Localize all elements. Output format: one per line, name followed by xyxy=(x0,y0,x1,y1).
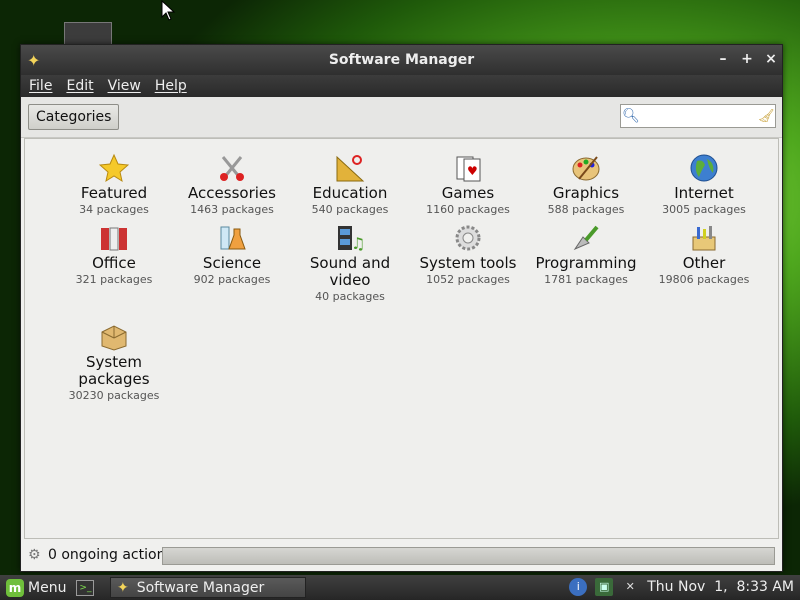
category-name: Other xyxy=(682,254,726,272)
menu-label: Menu xyxy=(28,579,67,596)
category-education[interactable]: Education 540 packages xyxy=(291,153,409,217)
menu-edit[interactable]: Edit xyxy=(66,78,93,94)
toolbar: Categories 🔍︎ 🧹︎ xyxy=(21,97,782,138)
star-icon xyxy=(99,153,129,183)
box-tools-icon xyxy=(692,226,716,251)
close-button[interactable]: × xyxy=(764,51,778,67)
category-other[interactable]: Other 19806 packages xyxy=(645,223,763,304)
software-manager-window: ✦ Software Manager – + × File Edit View … xyxy=(20,44,783,572)
task-label: Software Manager xyxy=(136,579,265,596)
cards-icon: ♥ xyxy=(456,156,481,182)
category-name: Sound and video xyxy=(309,254,391,289)
window-title: Software Manager xyxy=(328,52,475,68)
category-programming[interactable]: Programming 1781 packages xyxy=(527,223,645,304)
category-count: 3005 packages xyxy=(662,203,746,216)
binders-icon xyxy=(101,227,127,251)
category-grid: Featured 34 packages Accessories 1463 packa… xyxy=(55,153,765,403)
category-count: 34 packages xyxy=(79,203,149,216)
volume-muted-icon[interactable]: ✕ xyxy=(621,578,639,596)
category-count: 321 packages xyxy=(75,273,153,286)
category-count: 30230 packages xyxy=(68,389,160,402)
palette-icon xyxy=(572,156,600,181)
mouse-cursor-icon xyxy=(161,0,176,21)
menu-file[interactable]: File xyxy=(29,78,52,94)
film-music-icon: ♫ xyxy=(338,226,365,253)
taskbar: m Menu >_ ✦ Software Manager i ▣ ✕ Thu N… xyxy=(0,575,800,600)
scissors-icon xyxy=(220,156,244,181)
category-count: 1463 packages xyxy=(190,203,274,216)
actions-gear-icon: ⚙ xyxy=(28,547,41,563)
menu-bar: File Edit View Help xyxy=(21,75,782,97)
status-bar: ⚙ 0 ongoing actions xyxy=(24,544,779,566)
trowel-icon xyxy=(573,225,599,251)
system-tray: i ▣ ✕ Thu Nov 1, 8:33 AM xyxy=(569,578,794,596)
category-system-packages[interactable]: System packages 30230 packages xyxy=(55,322,173,403)
update-shield-icon[interactable]: i xyxy=(569,578,588,596)
window-controls: – + × xyxy=(716,51,778,67)
category-count: 540 packages xyxy=(311,203,389,216)
actions-progress-bar[interactable] xyxy=(162,547,775,565)
category-name: Internet xyxy=(674,184,734,202)
category-name: Science xyxy=(202,254,262,272)
category-graphics[interactable]: Graphics 588 packages xyxy=(527,153,645,217)
terminal-launcher-icon[interactable]: >_ xyxy=(76,579,95,596)
ruler-icon xyxy=(336,155,365,182)
flask-icon xyxy=(220,226,246,250)
categories-button[interactable]: Categories xyxy=(28,104,120,130)
category-count: 19806 packages xyxy=(658,273,750,286)
category-office[interactable]: Office 321 packages xyxy=(55,223,173,304)
category-accessories[interactable]: Accessories 1463 packages xyxy=(173,153,291,217)
gear-icon xyxy=(455,225,481,251)
clear-search-icon[interactable]: 🧹︎ xyxy=(757,109,775,124)
category-name: Graphics xyxy=(552,184,620,202)
categories-panel: Featured 34 packages Accessories 1463 packa… xyxy=(24,138,779,539)
ongoing-actions-text: 0 ongoing actions xyxy=(48,547,173,563)
category-games[interactable]: ♥ Games 1160 packages xyxy=(409,153,527,217)
category-system-tools[interactable]: System tools 1052 packages xyxy=(409,223,527,304)
category-name: Programming xyxy=(535,254,637,272)
category-science[interactable]: Science 902 packages xyxy=(173,223,291,304)
search-icon: 🔍︎ xyxy=(622,108,640,124)
svg-text:♫: ♫ xyxy=(351,234,365,253)
menu-help[interactable]: Help xyxy=(155,78,187,94)
category-name: System tools xyxy=(419,254,517,272)
category-name: Games xyxy=(441,184,495,202)
category-count: 902 packages xyxy=(193,273,271,286)
category-name: Education xyxy=(312,184,388,202)
category-count: 588 packages xyxy=(547,203,625,216)
search-input[interactable] xyxy=(641,108,757,124)
category-count: 40 packages xyxy=(315,290,385,303)
minimize-button[interactable]: – xyxy=(716,51,730,67)
category-name: Office xyxy=(92,254,136,272)
category-internet[interactable]: Internet 3005 packages xyxy=(645,153,763,217)
app-star-icon: ✦ xyxy=(117,579,129,596)
globe-icon xyxy=(690,154,718,182)
maximize-button[interactable]: + xyxy=(740,51,754,67)
category-count: 1160 packages xyxy=(426,203,510,216)
clock[interactable]: Thu Nov 1, 8:33 AM xyxy=(647,579,794,595)
category-count: 1052 packages xyxy=(426,273,510,286)
category-name: Featured xyxy=(80,184,148,202)
category-sound-and-video[interactable]: ♫ Sound and video 40 packages xyxy=(291,223,409,304)
category-name: Accessories xyxy=(188,184,276,202)
menu-view[interactable]: View xyxy=(108,78,141,94)
category-featured[interactable]: Featured 34 packages xyxy=(55,153,173,217)
title-bar[interactable]: ✦ Software Manager – + × xyxy=(21,45,782,75)
search-box: 🔍︎ 🧹︎ xyxy=(620,104,776,128)
start-menu-button[interactable]: m Menu xyxy=(6,578,67,597)
taskbar-item-software-manager[interactable]: ✦ Software Manager xyxy=(110,577,306,598)
mint-logo-icon: m xyxy=(6,578,24,597)
svg-text:♥: ♥ xyxy=(467,164,478,178)
category-name: System packages xyxy=(78,353,150,388)
network-icon[interactable]: ▣ xyxy=(595,578,614,596)
package-icon xyxy=(101,325,127,351)
category-count: 1781 packages xyxy=(544,273,628,286)
